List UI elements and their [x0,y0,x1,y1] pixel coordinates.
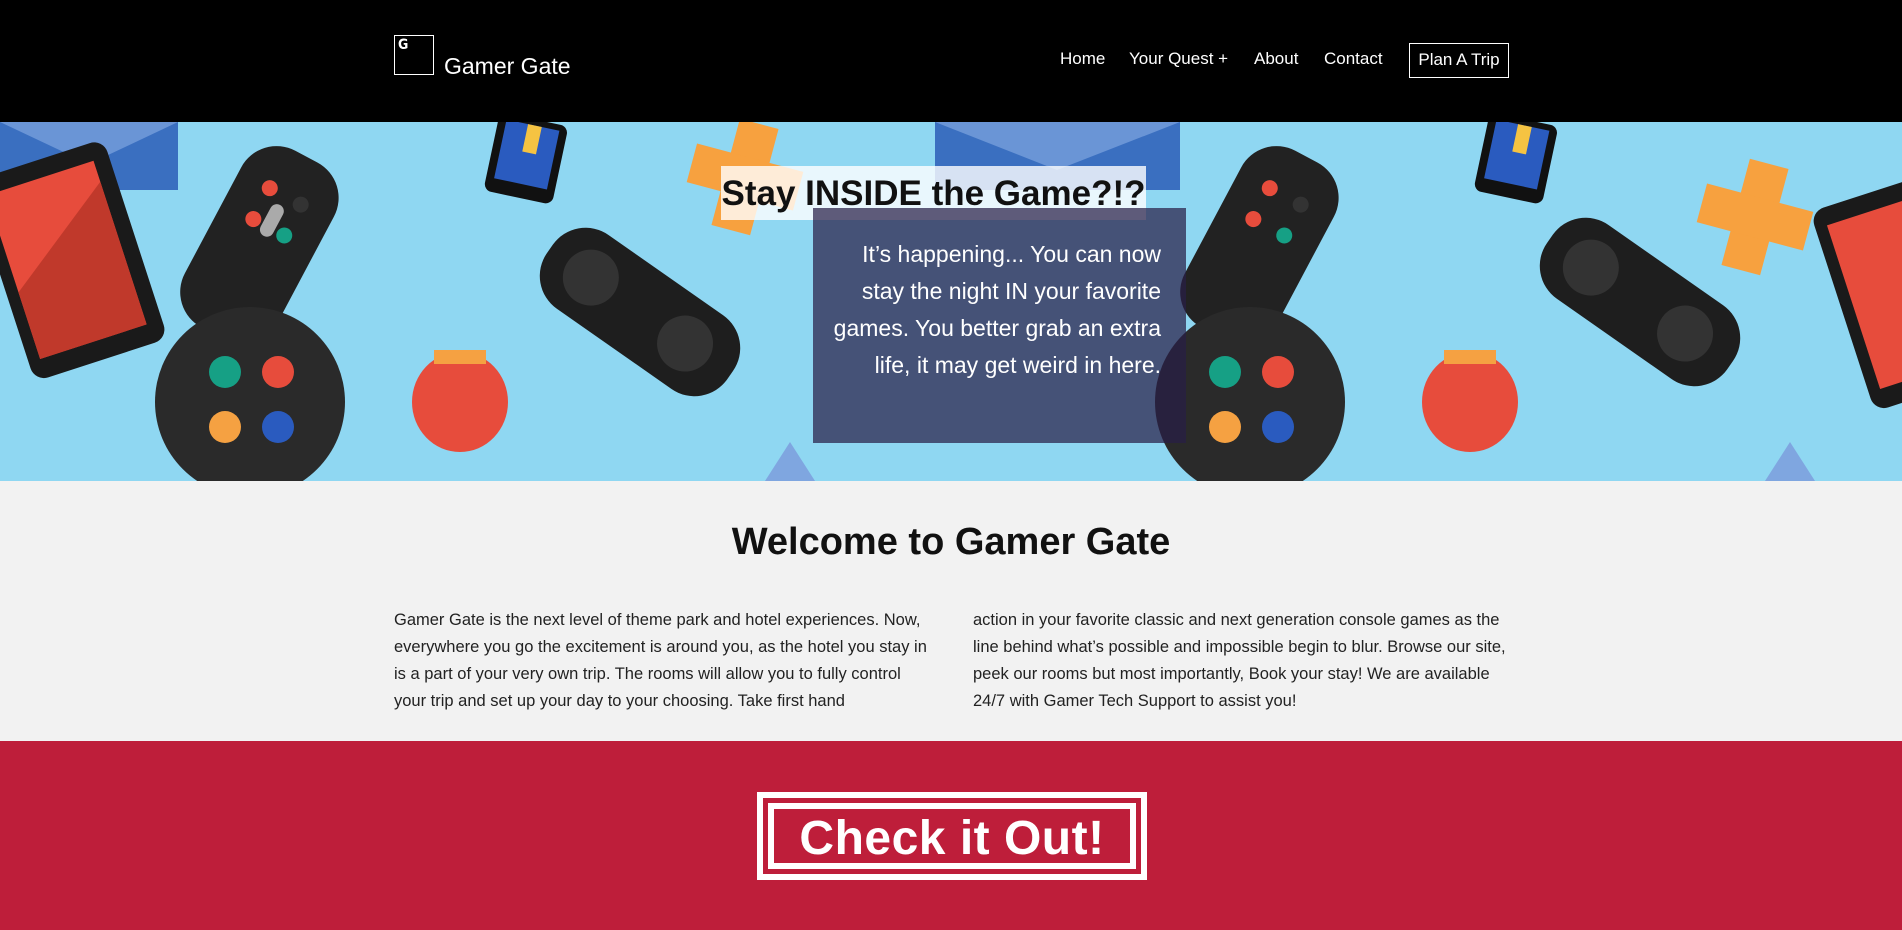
check-it-out-button[interactable]: Check it Out! [757,792,1147,880]
nav-about[interactable]: About [1254,49,1298,69]
cta-band: Check it Out! [0,741,1902,930]
welcome-text-column-1: Gamer Gate is the next level of theme pa… [394,611,927,710]
hero-banner: Stay INSIDE the Game?!? It’s happening..… [0,122,1902,481]
site-title[interactable]: Gamer Gate [444,53,571,80]
welcome-section: Welcome to Gamer Gate Gamer Gate is the … [0,481,1902,741]
site-header: G Gamer Gate Home Your Quest + About Con… [0,0,1902,122]
welcome-title: Welcome to Gamer Gate [731,521,1171,563]
hero-text: It’s happening... You can now stay the n… [833,241,1161,378]
plan-a-trip-button[interactable]: Plan A Trip [1409,43,1509,78]
nav-home[interactable]: Home [1060,49,1105,69]
logo-icon[interactable]: G [394,35,434,75]
logo-letter: G [398,37,409,53]
welcome-text-column-2: action in your favorite classic and next… [973,611,1506,710]
nav-contact[interactable]: Contact [1324,49,1383,69]
hero-text-box: It’s happening... You can now stay the n… [813,208,1186,443]
nav-your-quest[interactable]: Your Quest + [1129,49,1228,69]
check-it-out-label: Check it Out! [768,803,1136,869]
